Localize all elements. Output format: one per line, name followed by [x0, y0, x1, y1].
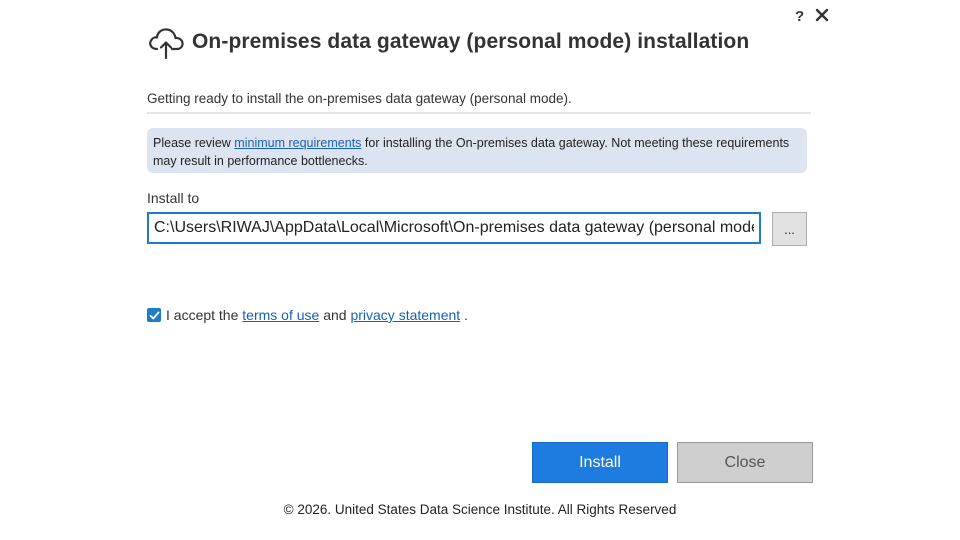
accept-suffix: . [460, 307, 468, 323]
install-button[interactable]: Install [532, 442, 668, 483]
subtitle: Getting ready to install the on-premises… [147, 91, 811, 114]
cloud-upload-icon [146, 22, 186, 62]
install-to-label: Install to [147, 190, 200, 206]
close-icon[interactable] [815, 8, 831, 26]
installer-dialog: ? On-premises data gateway (personal mod… [0, 0, 960, 540]
accept-prefix: I accept the [166, 307, 243, 323]
minimum-requirements-link[interactable]: minimum requirements [234, 136, 361, 150]
accept-checkbox[interactable] [147, 308, 161, 322]
notice-prefix: Please review [153, 136, 235, 150]
accept-terms-row: I accept the terms of use and privacy st… [147, 307, 468, 323]
terms-of-use-link[interactable]: terms of use [242, 307, 319, 323]
browse-button[interactable]: ... [772, 212, 807, 246]
requirements-notice: Please review minimum requirements for i… [147, 128, 807, 173]
install-path-input[interactable] [147, 212, 761, 244]
accept-middle: and [319, 307, 351, 323]
checkmark-icon [149, 311, 159, 319]
close-button[interactable]: Close [677, 442, 813, 483]
dialog-title: On-premises data gateway (personal mode)… [192, 30, 750, 53]
help-button[interactable]: ? [795, 8, 804, 26]
dialog-header: On-premises data gateway (personal mode)… [146, 22, 749, 62]
privacy-statement-link[interactable]: privacy statement [350, 307, 460, 323]
footer-copyright: © 2026. United States Data Science Insti… [283, 502, 677, 517]
